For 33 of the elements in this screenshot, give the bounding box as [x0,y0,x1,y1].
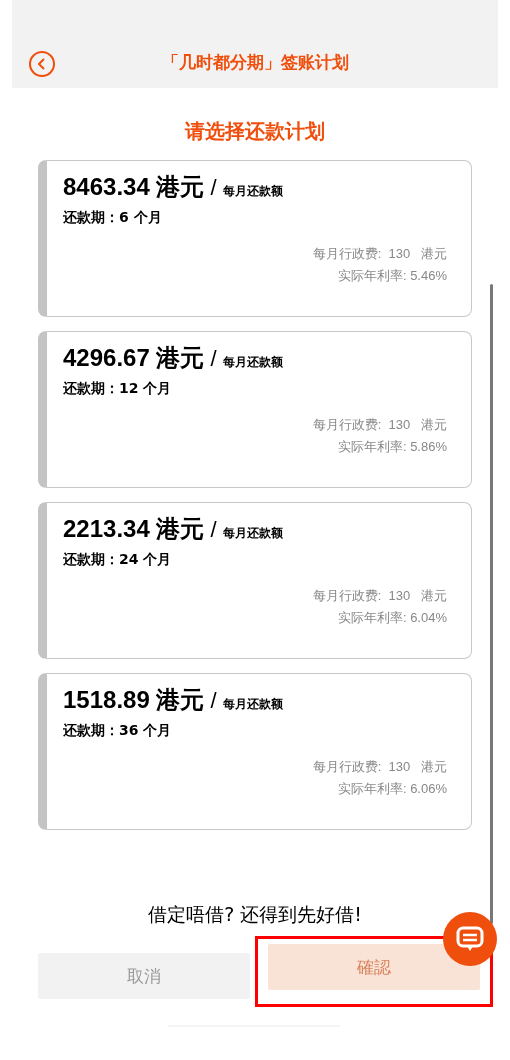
monthly-amount: 8463.34 港元 [63,172,205,202]
plan-card[interactable]: 8463.34 港元 / 每月还款额 还款期：6 个月 每月行政费: 130 港元 实际年利率: 5.46% [38,160,472,317]
plan-card[interactable]: 1518.89 港元 / 每月还款额 还款期：36 个月 每月行政费: 130 港元 实际年利率: 6.06% [38,673,472,830]
fee-text: 每月行政费: 130 港元 [312,416,447,434]
separator: / [210,346,217,372]
amount-label: 每月还款额 [222,183,283,200]
fee-text: 每月行政费: 130 港元 [312,587,447,605]
section-title: 请选择还款计划 [183,118,326,145]
separator: / [210,688,217,714]
rate-text: 实际年利率: 5.86% [337,438,447,456]
slogan-text: 借定唔借? 还得到先好借! [147,902,363,927]
amount-label: 每月还款额 [222,354,283,371]
rate-text: 实际年利率: 5.46% [337,267,447,285]
fee-text: 每月行政费: 130 港元 [312,758,447,776]
back-icon[interactable] [28,50,56,78]
monthly-amount: 2213.34 港元 [63,514,205,544]
separator: / [210,517,217,543]
plan-card[interactable]: 2213.34 港元 / 每月还款额 还款期：24 个月 每月行政费: 130 港元 实际年利率: 6.04% [38,502,472,659]
term-text: 还款期：36 个月 [63,722,173,740]
term-text: 还款期：12 个月 [63,380,173,398]
rate-text: 实际年利率: 6.06% [337,780,447,798]
page-title: 「几时都分期」签账计划 [161,51,349,74]
plan-card[interactable]: 4296.67 港元 / 每月还款额 还款期：12 个月 每月行政费: 130 港元 实际年利率: 5.86% [38,331,472,488]
fee-text: 每月行政费: 130 港元 [312,245,447,263]
separator: / [210,175,217,201]
rate-text: 实际年利率: 6.04% [337,609,447,627]
monthly-amount: 1518.89 港元 [63,685,205,715]
term-text: 还款期：24 个月 [63,551,173,569]
chat-icon[interactable] [443,912,497,966]
amount-label: 每月还款额 [222,525,283,542]
term-text: 还款期：6 个月 [63,209,163,227]
monthly-amount: 4296.67 港元 [63,343,205,373]
amount-label: 每月还款额 [222,696,283,713]
